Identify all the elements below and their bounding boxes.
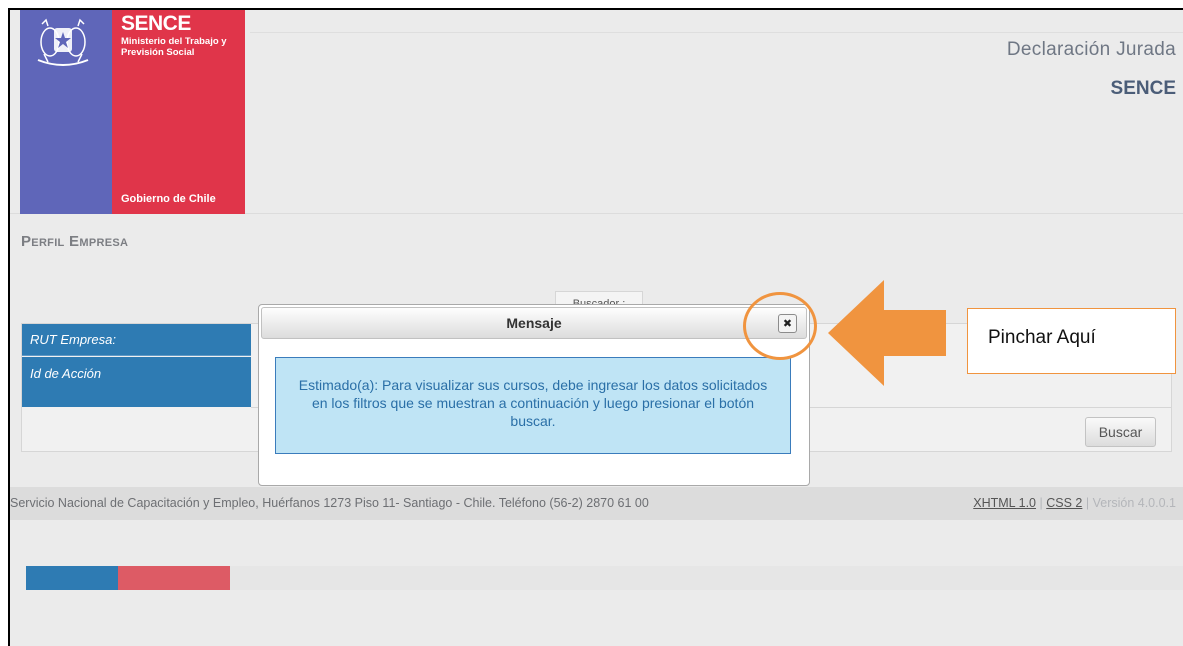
bottom-bar-gray <box>230 566 1183 590</box>
css-link[interactable]: CSS 2 <box>1046 496 1082 510</box>
footer-info: Servicio Nacional de Capacitación y Empl… <box>10 496 649 510</box>
logo-government: Gobierno de Chile <box>121 193 216 205</box>
section-title: Perfil Empresa <box>21 233 129 250</box>
logo-ministry: Ministerio del Trabajo y Previsión Socia… <box>121 36 227 58</box>
browser-viewport: SENCE Ministerio del Trabajo y Previsión… <box>8 8 1183 646</box>
footer-separator: | <box>1085 496 1090 510</box>
footer-separator: | <box>1039 496 1043 510</box>
bottom-bar-red <box>118 566 230 590</box>
xhtml-link[interactable]: XHTML 1.0 <box>973 496 1036 510</box>
logo-name: SENCE <box>121 12 191 35</box>
coat-of-arms-icon <box>37 18 89 66</box>
footer-links: XHTML 1.0 | CSS 2 | Versión 4.0.0.1 <box>973 496 1176 510</box>
dialog-message: Estimado(a): Para visualizar sus cursos,… <box>275 357 791 454</box>
bottom-bar-blue <box>26 566 118 590</box>
id-accion-label: Id de Acción <box>22 357 251 407</box>
page-header: SENCE Ministerio del Trabajo y Previsión… <box>10 10 1183 214</box>
page-subtitle: SENCE <box>1110 78 1176 99</box>
dialog-title-bar[interactable]: Mensaje ✖ <box>261 307 807 339</box>
message-dialog: Mensaje ✖ Estimado(a): Para visualizar s… <box>258 304 810 486</box>
logo-blue-band <box>20 10 112 214</box>
callout-box: Pinchar Aquí <box>967 308 1176 374</box>
highlight-circle <box>743 292 817 360</box>
header-divider <box>250 32 1183 33</box>
rut-empresa-label: RUT Empresa: <box>22 324 251 356</box>
logo-red-band: SENCE Ministerio del Trabajo y Previsión… <box>112 10 245 214</box>
page-title: Declaración Jurada <box>1006 39 1176 60</box>
page-footer: Servicio Nacional de Capacitación y Empl… <box>10 487 1183 520</box>
version-label: Versión 4.0.0.1 <box>1092 496 1176 510</box>
arrow-left-icon <box>828 280 946 386</box>
dialog-title: Mensaje <box>506 315 562 331</box>
search-button[interactable]: Buscar <box>1085 417 1156 447</box>
